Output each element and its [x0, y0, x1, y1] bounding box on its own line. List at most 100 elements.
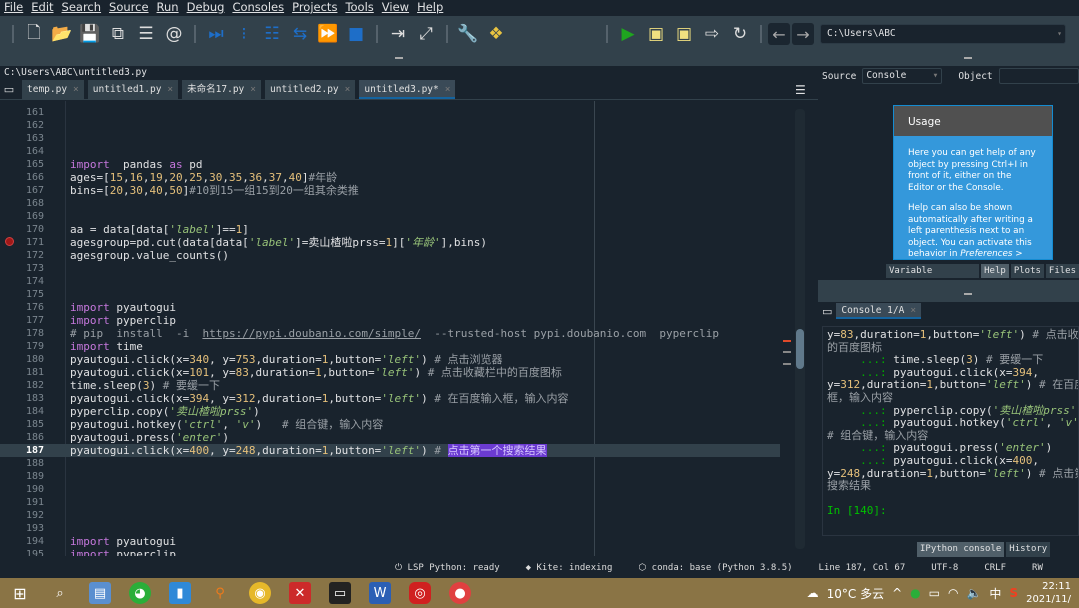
back-arrow-icon[interactable]: ←: [768, 23, 790, 45]
menu-item-search[interactable]: Search: [62, 0, 102, 15]
tab-ipython-console[interactable]: IPython console: [917, 542, 1004, 557]
chevron-up-icon[interactable]: ^: [892, 586, 902, 600]
close-icon[interactable]: ×: [73, 80, 79, 99]
run-cell-advance-icon[interactable]: ▣: [672, 22, 696, 46]
scrollbar-thumb[interactable]: [796, 329, 804, 369]
debug-icon[interactable]: ⏭: [204, 22, 228, 46]
run-cell-icon[interactable]: ▣: [644, 22, 668, 46]
search-app-icon[interactable]: ⚲: [209, 582, 231, 604]
code-token: pyautogui.click(x=: [70, 353, 189, 366]
toolbar-separator: [760, 25, 762, 43]
weather-text[interactable]: 10°C 多云: [827, 585, 884, 602]
menu-item-help[interactable]: Help: [417, 0, 443, 15]
tab-plots[interactable]: Plots: [1011, 264, 1044, 278]
step-return-icon[interactable]: ⇆: [288, 22, 312, 46]
close-icon[interactable]: ×: [445, 80, 451, 97]
options-menu-icon[interactable]: ☰: [795, 83, 806, 97]
search-icon[interactable]: ⌕: [49, 582, 71, 604]
menu-item-file[interactable]: File: [4, 0, 23, 15]
menu-item-projects[interactable]: Projects: [292, 0, 337, 15]
browse-tabs-icon[interactable]: ▭: [822, 305, 832, 318]
maximize-pane-icon[interactable]: ⇥: [386, 22, 410, 46]
code-token: 30: [130, 184, 143, 197]
forward-arrow-icon[interactable]: →: [792, 23, 814, 45]
preferences-wrench-icon[interactable]: 🔧: [456, 22, 480, 46]
code-line: 185pyautogui.hotkey('ctrl', 'v') # 组合键，输…: [0, 418, 780, 431]
continue-icon[interactable]: ⏩: [316, 22, 340, 46]
pane-handle[interactable]: [395, 57, 403, 59]
kite-status[interactable]: ◆ Kite: indexing: [526, 563, 613, 573]
object-combo[interactable]: [999, 68, 1079, 84]
tab-help[interactable]: Help: [981, 264, 1009, 278]
netease-music-icon[interactable]: ◎: [409, 582, 431, 604]
volume-icon[interactable]: 🔈: [966, 586, 981, 600]
menu-item-source[interactable]: Source: [109, 0, 149, 15]
stop-debug-icon[interactable]: ■: [344, 22, 368, 46]
rerun-icon[interactable]: ↻: [728, 22, 752, 46]
close-icon[interactable]: ×: [910, 303, 916, 317]
save-all-icon[interactable]: ⧉: [106, 22, 130, 46]
new-file-icon[interactable]: 🗋: [22, 22, 46, 46]
sogou-icon[interactable]: S: [1009, 586, 1018, 600]
code-line: 190: [0, 483, 780, 496]
pane-handle[interactable]: [964, 293, 972, 295]
menu-item-tools[interactable]: Tools: [345, 0, 373, 15]
tab-console-1a[interactable]: Console 1/A×: [836, 303, 921, 319]
tab-history[interactable]: History: [1006, 542, 1050, 557]
step-icon[interactable]: ⁝: [232, 22, 256, 46]
editor-tab[interactable]: untitled2.py×: [265, 80, 355, 99]
app-icon[interactable]: ✕: [289, 582, 311, 604]
ipython-console[interactable]: y=83,duration=1,button='left') # 点击收藏栏中的…: [822, 326, 1079, 536]
chrome-icon[interactable]: ◉: [249, 582, 271, 604]
battery-icon[interactable]: ▭: [929, 586, 940, 600]
word-icon[interactable]: W: [369, 582, 391, 604]
editor-tab[interactable]: 未命名17.py×: [182, 80, 261, 99]
code-token: pyautogui.click(x=: [70, 366, 189, 379]
clock-time: 22:11: [1026, 580, 1071, 593]
tab-files[interactable]: Files: [1046, 264, 1079, 278]
editor-tab[interactable]: untitled1.py×: [88, 80, 178, 99]
recorder-icon[interactable]: ●: [449, 582, 471, 604]
close-icon[interactable]: ×: [250, 80, 256, 99]
terminal-icon[interactable]: ▭: [329, 582, 351, 604]
menu-item-view[interactable]: View: [382, 0, 409, 15]
code-text: import time: [70, 340, 143, 353]
menu-item-debug[interactable]: Debug: [187, 0, 225, 15]
fullscreen-icon[interactable]: ⤢: [414, 22, 438, 46]
editor-scrollbar[interactable]: [795, 109, 805, 549]
python-path-icon[interactable]: ❖: [484, 22, 508, 46]
close-icon[interactable]: ×: [345, 80, 351, 99]
source-combo[interactable]: Console▾: [862, 68, 942, 84]
run-icon[interactable]: ▶: [616, 22, 640, 46]
save-icon[interactable]: 💾: [78, 22, 102, 46]
code-token: pyautogui.press(: [70, 431, 176, 444]
tab-variable-explorer[interactable]: Variable explorer: [886, 264, 979, 278]
wechat-tray-icon[interactable]: ●: [910, 586, 920, 600]
outline-icon[interactable]: ☰: [134, 22, 158, 46]
code-editor[interactable]: 161162163164165import pandas as pd166age…: [0, 101, 818, 556]
close-icon[interactable]: ×: [167, 80, 173, 99]
editor-tab[interactable]: untitled3.py*×: [359, 80, 455, 99]
step-into-icon[interactable]: ☷: [260, 22, 284, 46]
ime-indicator[interactable]: 中: [989, 585, 1001, 602]
code-token: 16: [130, 171, 143, 184]
code-token: 37: [269, 171, 282, 184]
pane-handle[interactable]: [964, 57, 972, 59]
clock[interactable]: 22:112021/11/: [1026, 580, 1071, 606]
wechat-icon[interactable]: ◕: [129, 582, 151, 604]
browse-tabs-icon[interactable]: ▭: [0, 80, 18, 99]
chevron-down-icon[interactable]: ▾: [1057, 25, 1062, 43]
menu-item-edit[interactable]: Edit: [31, 0, 53, 15]
app-icon[interactable]: ▤: [89, 582, 111, 604]
at-icon[interactable]: @: [162, 22, 186, 46]
menu-item-consoles[interactable]: Consoles: [232, 0, 284, 15]
notes-icon[interactable]: ▮: [169, 582, 191, 604]
editor-tab[interactable]: temp.py×: [22, 80, 84, 99]
working-directory-combo[interactable]: C:\Users\ABC▾: [820, 24, 1066, 44]
windows-start-icon[interactable]: ⊞: [9, 582, 31, 604]
open-file-icon[interactable]: 📂: [50, 22, 74, 46]
console-token: 312: [840, 378, 860, 391]
menu-item-run[interactable]: Run: [157, 0, 179, 15]
run-selection-icon[interactable]: ⇨: [700, 22, 724, 46]
wifi-icon[interactable]: ◠: [948, 586, 958, 600]
